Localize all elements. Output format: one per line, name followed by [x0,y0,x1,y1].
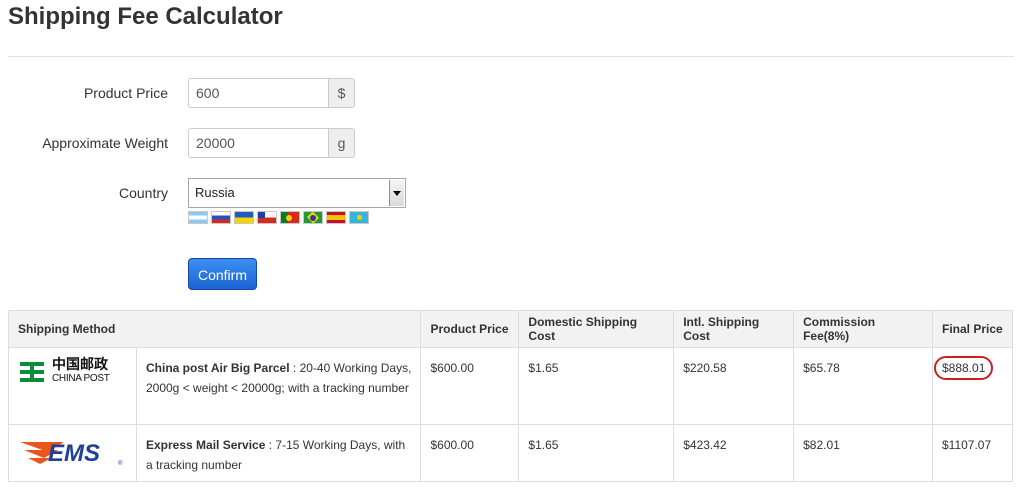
header-final-price: Final Price [931,310,1014,348]
chile-flag[interactable] [257,211,277,224]
weight-label: Approximate Weight [42,135,168,151]
final-price-cell: $888.01 [931,347,1014,425]
intl-cost-cell: $423.42 [673,424,795,482]
country-selected-value: Russia [195,185,235,200]
product-price-group: $ [188,78,355,108]
china-post-en-text: CHINA POST [52,373,110,384]
country-select[interactable]: Russia [188,178,406,208]
ems-logo-cell: EMS ® [8,424,137,482]
header-domestic-shipping: Domestic Shipping Cost [518,310,675,348]
ems-icon: EMS ® [20,440,123,467]
domestic-cost-cell: $1.65 [518,347,675,425]
china-post-cn-text: 中国邮政 [52,357,108,373]
product-price-input[interactable] [188,78,328,108]
weight-group: g [188,128,355,158]
china-post-logo-cell: 中国邮政 CHINA POST [8,347,137,425]
spain-flag[interactable] [326,211,346,224]
method-cell: Express Mail Service : 7-15 Working Days… [135,424,422,482]
method-name: China post Air Big Parcel [145,361,290,375]
country-label: Country [118,185,168,201]
chevron-down-icon[interactable] [389,180,404,206]
product-price-cell: $600.00 [420,347,520,425]
domestic-cost-cell: $1.65 [518,424,675,482]
intl-cost-cell: $220.58 [673,347,795,425]
header-shipping-method: Shipping Method [7,310,422,348]
final-price-highlight: $888.01 [933,356,994,380]
china-post-logo: 中国邮政 CHINA POST [18,358,127,386]
argentina-flag[interactable] [188,211,208,224]
svg-text:®: ® [118,460,123,467]
table-header-row: Shipping Method Product Price Domestic S… [7,310,1014,348]
weight-input[interactable] [188,128,328,158]
kazakhstan-flag[interactable] [349,211,369,224]
weight-unit-addon: g [328,128,355,158]
header-intl-shipping: Intl. Shipping Cost [673,310,795,348]
commission-cell: $82.01 [793,424,933,482]
brazil-flag[interactable] [303,211,323,224]
portugal-flag[interactable] [280,211,300,224]
ems-logo: EMS ® [18,435,127,469]
svg-text:EMS: EMS [48,440,100,467]
product-price-cell: $600.00 [420,424,520,482]
russia-flag[interactable] [211,211,231,224]
page-title: Shipping Fee Calculator [8,3,283,30]
currency-addon: $ [328,78,355,108]
product-price-label: Product Price [83,85,168,101]
header-commission: Commission Fee(8%) [793,310,933,348]
method-name: Express Mail Service [145,438,266,452]
country-flags [188,211,369,224]
table-row: EMS ® Express Mail Service : 7-15 Workin… [8,424,1014,482]
confirm-button[interactable]: Confirm [188,258,257,290]
final-price-cell: $1107.07 [931,424,1014,482]
method-cell: China post Air Big Parcel : 20-40 Workin… [135,347,422,425]
shipping-results-table: Shipping Method Product Price Domestic S… [7,310,1014,482]
table-row: 中国邮政 CHINA POST China post Air Big Parce… [8,347,1014,425]
commission-cell: $65.78 [793,347,933,425]
ukraine-flag[interactable] [234,211,254,224]
china-post-icon [20,362,44,382]
header-product-price: Product Price [420,310,520,348]
title-divider [8,56,1014,57]
